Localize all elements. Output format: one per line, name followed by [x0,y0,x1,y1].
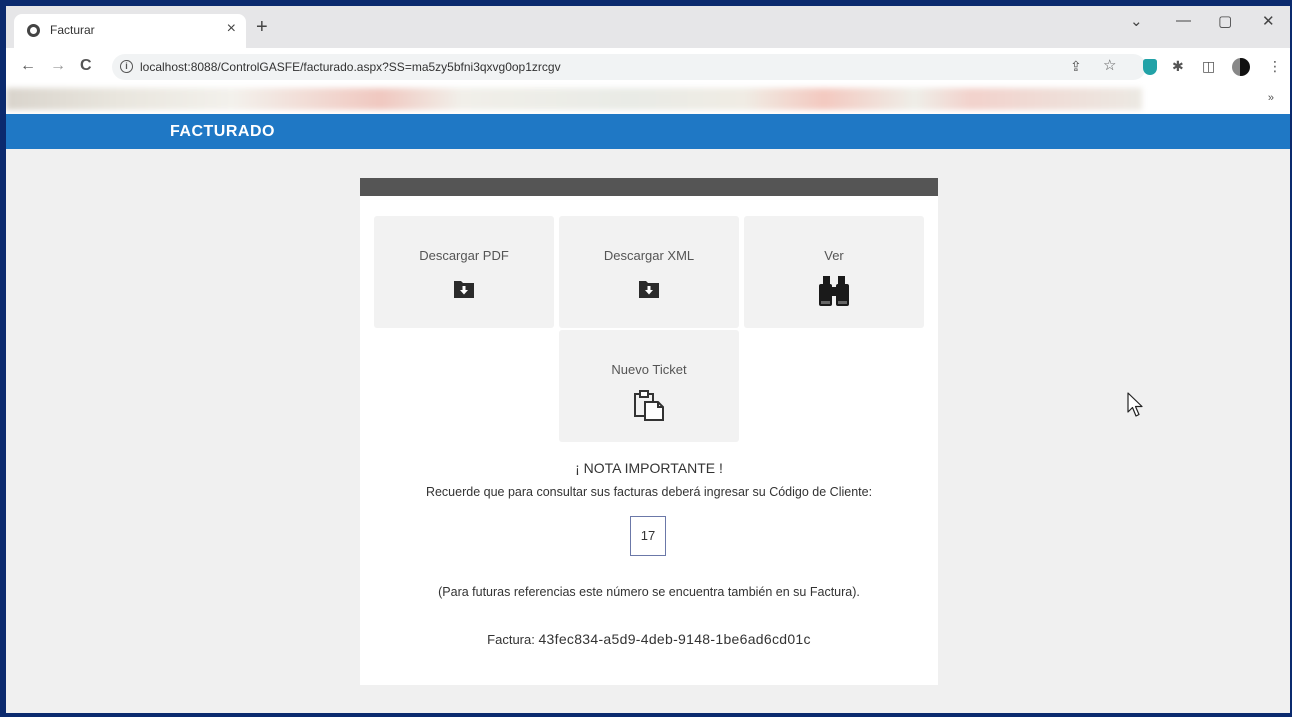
url-text[interactable]: localhost:8088/ControlGASFE/facturado.as… [140,60,561,74]
future-reference-text: (Para futuras referencias este número se… [438,585,860,599]
forward-button[interactable]: → [50,57,66,75]
panel-header-bar [360,178,938,196]
browser-menu-icon[interactable]: ⋮ [1268,58,1282,75]
download-xml-button[interactable]: Descargar XML [559,216,739,328]
tab-search-icon[interactable]: ⌄ [1130,12,1143,30]
bookmarks-overflow-icon[interactable]: » [1268,92,1274,104]
tab-title: Facturar [50,23,95,37]
folder-download-icon [639,280,659,303]
tab-close-icon[interactable]: × [227,20,236,38]
share-icon[interactable]: ⇪ [1070,58,1082,75]
invoice-label: Factura: [487,632,535,647]
new-tab-button[interactable]: + [256,16,268,39]
tab-strip: Facturar × + ⌄ — ▢ ✕ [6,6,1290,48]
minimize-button[interactable]: — [1176,12,1191,29]
note-title: ¡ NOTA IMPORTANTE ! [575,460,723,476]
back-button[interactable]: ← [20,57,36,75]
view-button[interactable]: Ver [744,216,924,328]
close-window-button[interactable]: ✕ [1262,12,1275,30]
note-text: Recuerde que para consultar sus facturas… [425,485,873,499]
extension-shield-icon[interactable] [1143,59,1157,75]
download-xml-label: Descargar XML [603,248,695,263]
extensions-puzzle-icon[interactable]: ✱ [1172,58,1184,75]
maximize-button[interactable]: ▢ [1218,12,1232,30]
folder-download-icon [454,280,474,303]
bookmarks-blurred [6,88,1142,110]
new-ticket-button[interactable]: Nuevo Ticket [559,330,739,442]
view-label: Ver [824,248,844,263]
favicon-icon [27,24,40,37]
download-pdf-button[interactable]: Descargar PDF [374,216,554,328]
binoculars-icon [817,274,851,313]
side-panel-icon[interactable]: ◫ [1202,58,1215,75]
profile-avatar[interactable] [1232,58,1250,76]
client-code-field[interactable]: 17 [630,516,666,556]
bookmarks-bar: » [6,86,1290,114]
clipboard-icon [632,388,666,427]
page-title: FACTURADO [170,123,275,140]
browser-toolbar: ← → C i localhost:8088/ControlGASFE/fact… [6,48,1290,86]
browser-tab[interactable]: Facturar × [14,14,246,48]
download-pdf-label: Descargar PDF [419,248,509,263]
page-header: FACTURADO [6,114,1290,149]
site-info-icon[interactable]: i [120,60,133,73]
bookmark-star-icon[interactable]: ☆ [1103,56,1116,74]
reload-button[interactable]: C [80,57,92,75]
invoice-line: Factura: 43fec834-a5d9-4deb-9148-1be6ad6… [360,631,938,647]
address-bar[interactable]: i localhost:8088/ControlGASFE/facturado.… [112,54,1146,80]
mouse-cursor-icon [1127,392,1145,423]
new-ticket-label: Nuevo Ticket [611,362,687,377]
invoice-id: 43fec834-a5d9-4deb-9148-1be6ad6cd01c [538,631,811,647]
browser-window: Facturar × + ⌄ — ▢ ✕ ← → C i localhost:8… [6,6,1290,713]
content-panel: Descargar PDF Descargar XML Ver Nuevo Ti… [360,178,938,685]
